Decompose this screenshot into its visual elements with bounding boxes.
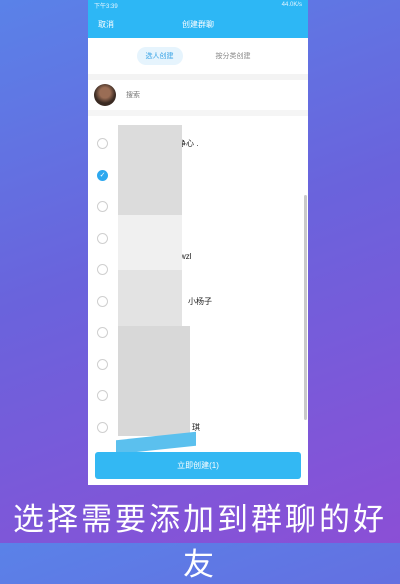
caption: 选择需要添加到群聊的好友 [13, 502, 387, 583]
page-title: 创建群聊 [182, 19, 214, 29]
status-time: 下午3:39 [94, 3, 118, 10]
checkbox-checked[interactable]: ✓ [97, 169, 108, 181]
avatar [94, 84, 116, 106]
blurred-avatar-region [118, 215, 182, 270]
checkbox[interactable] [97, 138, 108, 150]
create-now-button[interactable]: 立即创建(1) [95, 452, 301, 479]
status-bar: 下午3:39 44.0K/s [88, 0, 308, 10]
scrollbar[interactable] [304, 195, 307, 420]
search-input[interactable] [124, 90, 278, 100]
checkbox[interactable] [97, 264, 108, 276]
checkbox[interactable] [97, 390, 108, 402]
cancel-button[interactable]: 取消 [98, 19, 114, 30]
checkbox[interactable] [97, 232, 108, 244]
checkbox[interactable] [97, 421, 108, 433]
checkbox[interactable] [97, 358, 108, 370]
tab-select-people[interactable]: 选人创建 [136, 47, 183, 65]
check-icon: ✓ [99, 172, 106, 180]
blurred-avatar-region [118, 326, 190, 436]
checkbox[interactable] [97, 327, 108, 339]
nav-bar: 取消 创建群聊 [88, 10, 308, 38]
contact-name: 小杨子 [188, 296, 212, 306]
status-network: 44.0K/s [281, 2, 302, 8]
tabs: 选人创建 按分类创建 [88, 38, 308, 74]
checkbox[interactable] [97, 201, 108, 213]
blurred-avatar-region [118, 270, 182, 326]
blurred-avatar-region [118, 125, 182, 215]
search-bar [88, 80, 308, 110]
tab-by-category[interactable]: 按分类创建 [207, 47, 260, 65]
checkbox[interactable] [97, 295, 108, 307]
